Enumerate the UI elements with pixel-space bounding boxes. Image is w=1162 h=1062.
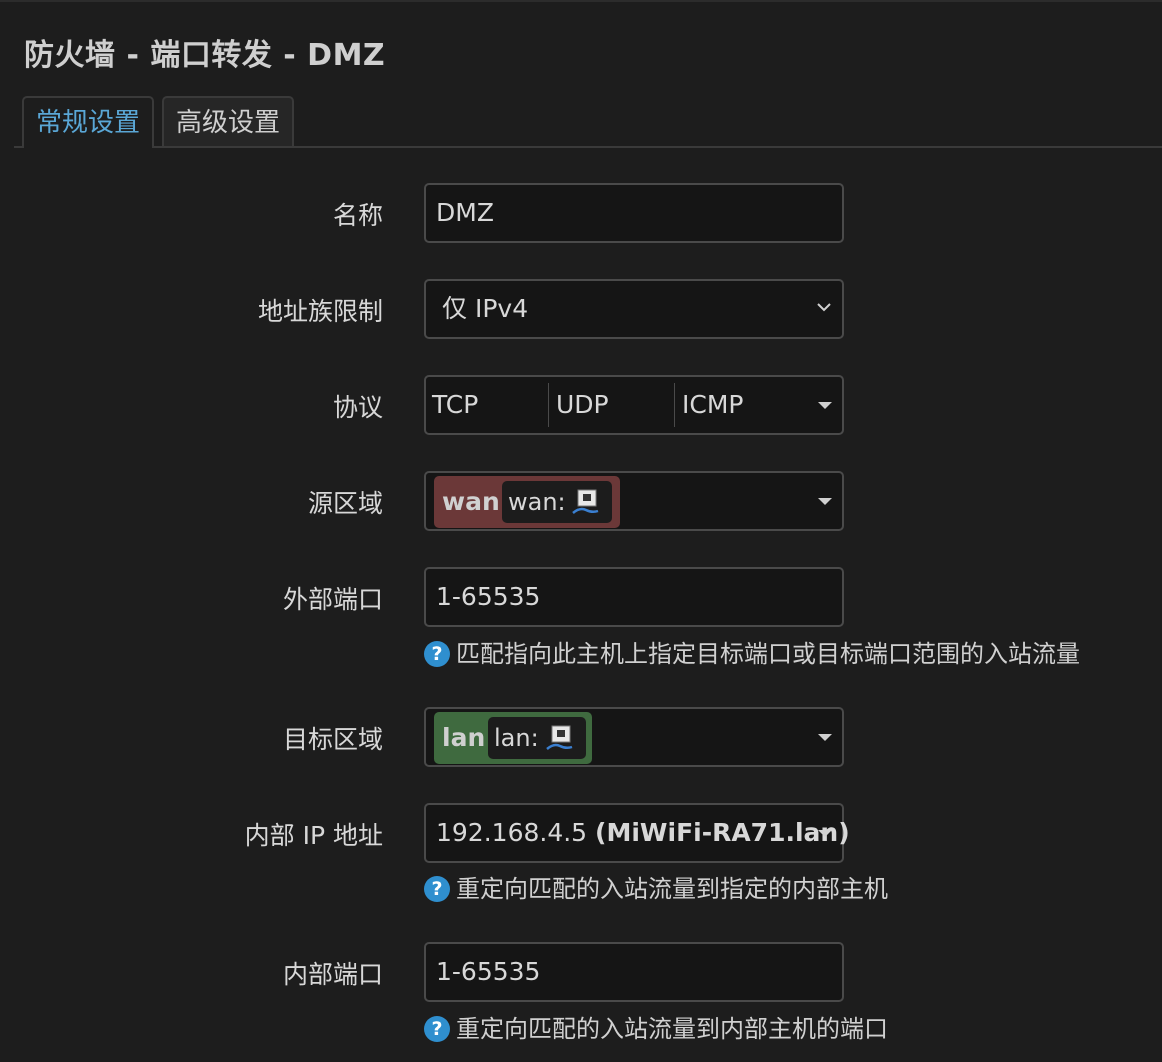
dest-ip-hint: ? 重定向匹配的入站流量到指定的内部主机 xyxy=(424,869,888,904)
dest-zone-label: 目标区域 xyxy=(282,725,383,754)
dest-ip-hint-text: 重定向匹配的入站流量到指定的内部主机 xyxy=(456,875,888,903)
zone-interface: lan: xyxy=(488,717,586,759)
src-port-hint: ? 匹配指向此主机上指定目标端口或目标端口范围的入站流量 xyxy=(424,634,1080,669)
question-circle-icon: ? xyxy=(424,876,450,902)
caret-down-icon[interactable] xyxy=(818,830,832,837)
zone-badge-wan: wan wan: xyxy=(434,476,620,528)
src-port-hint-text: 匹配指向此主机上指定目标端口或目标端口范围的入站流量 xyxy=(456,640,1080,668)
dest-port-hint-text: 重定向匹配的入站流量到内部主机的端口 xyxy=(456,1015,888,1043)
family-value: 仅 IPv4 xyxy=(442,294,529,323)
dest-port-input[interactable]: 1-65535 xyxy=(424,942,844,1002)
dest-zone-select[interactable]: lan lan: xyxy=(424,707,844,767)
question-circle-icon: ? xyxy=(424,641,450,667)
caret-down-icon[interactable] xyxy=(818,734,832,741)
src-zone-select[interactable]: wan wan: xyxy=(424,471,844,531)
dest-ip-value: 192.168.4.5 (MiWiFi-RA71.lan) xyxy=(436,805,850,861)
src-port-label: 外部端口 xyxy=(282,585,383,614)
tab-general-settings[interactable]: 常规设置 xyxy=(22,96,154,148)
protocol-tcp[interactable]: TCP xyxy=(426,383,548,427)
dest-port-hint: ? 重定向匹配的入站流量到内部主机的端口 xyxy=(424,1009,888,1044)
page-title: 防火墙 - 端口转发 - DMZ xyxy=(24,38,386,73)
dest-ip-select[interactable]: 192.168.4.5 (MiWiFi-RA71.lan) xyxy=(424,803,850,863)
protocol-separator xyxy=(674,383,675,427)
zone-name: wan xyxy=(442,487,500,516)
network-port-icon xyxy=(572,489,599,514)
protocol-multiselect[interactable]: TCP UDP ICMP xyxy=(424,375,844,435)
family-select[interactable]: 仅 IPv4 xyxy=(424,279,844,339)
protocol-separator xyxy=(548,383,549,427)
name-label: 名称 xyxy=(332,201,383,230)
zone-name: lan xyxy=(442,723,486,752)
tab-advanced-settings[interactable]: 高级设置 xyxy=(162,96,294,146)
question-circle-icon: ? xyxy=(424,1016,450,1042)
dest-ip-address: 192.168.4.5 xyxy=(436,818,588,847)
network-port-icon xyxy=(546,725,573,750)
chevron-down-icon xyxy=(817,303,831,312)
dest-port-value: 1-65535 xyxy=(436,957,541,986)
name-value: DMZ xyxy=(436,198,494,227)
family-label: 地址族限制 xyxy=(257,297,383,326)
tab-bar: 常规设置 高级设置 xyxy=(14,96,1162,148)
protocol-icmp[interactable]: ICMP xyxy=(676,383,806,427)
name-input[interactable]: DMZ xyxy=(424,183,844,243)
src-port-value: 1-65535 xyxy=(436,582,541,611)
zone-badge-lan: lan lan: xyxy=(434,712,592,764)
zone-interface: wan: xyxy=(502,481,612,523)
src-zone-label: 源区域 xyxy=(307,489,383,518)
zone-interface-label: lan: xyxy=(494,724,539,752)
zone-interface-label: wan: xyxy=(508,488,566,516)
dest-ip-label: 内部 IP 地址 xyxy=(244,821,383,850)
top-border xyxy=(0,0,1162,2)
caret-down-icon[interactable] xyxy=(818,498,832,505)
src-port-input[interactable]: 1-65535 xyxy=(424,567,844,627)
protocol-label: 协议 xyxy=(332,393,383,422)
caret-down-icon[interactable] xyxy=(818,402,832,409)
dest-ip-hostname: (MiWiFi-RA71.lan) xyxy=(595,818,850,847)
dest-port-label: 内部端口 xyxy=(282,960,383,989)
protocol-udp[interactable]: UDP xyxy=(550,383,674,427)
